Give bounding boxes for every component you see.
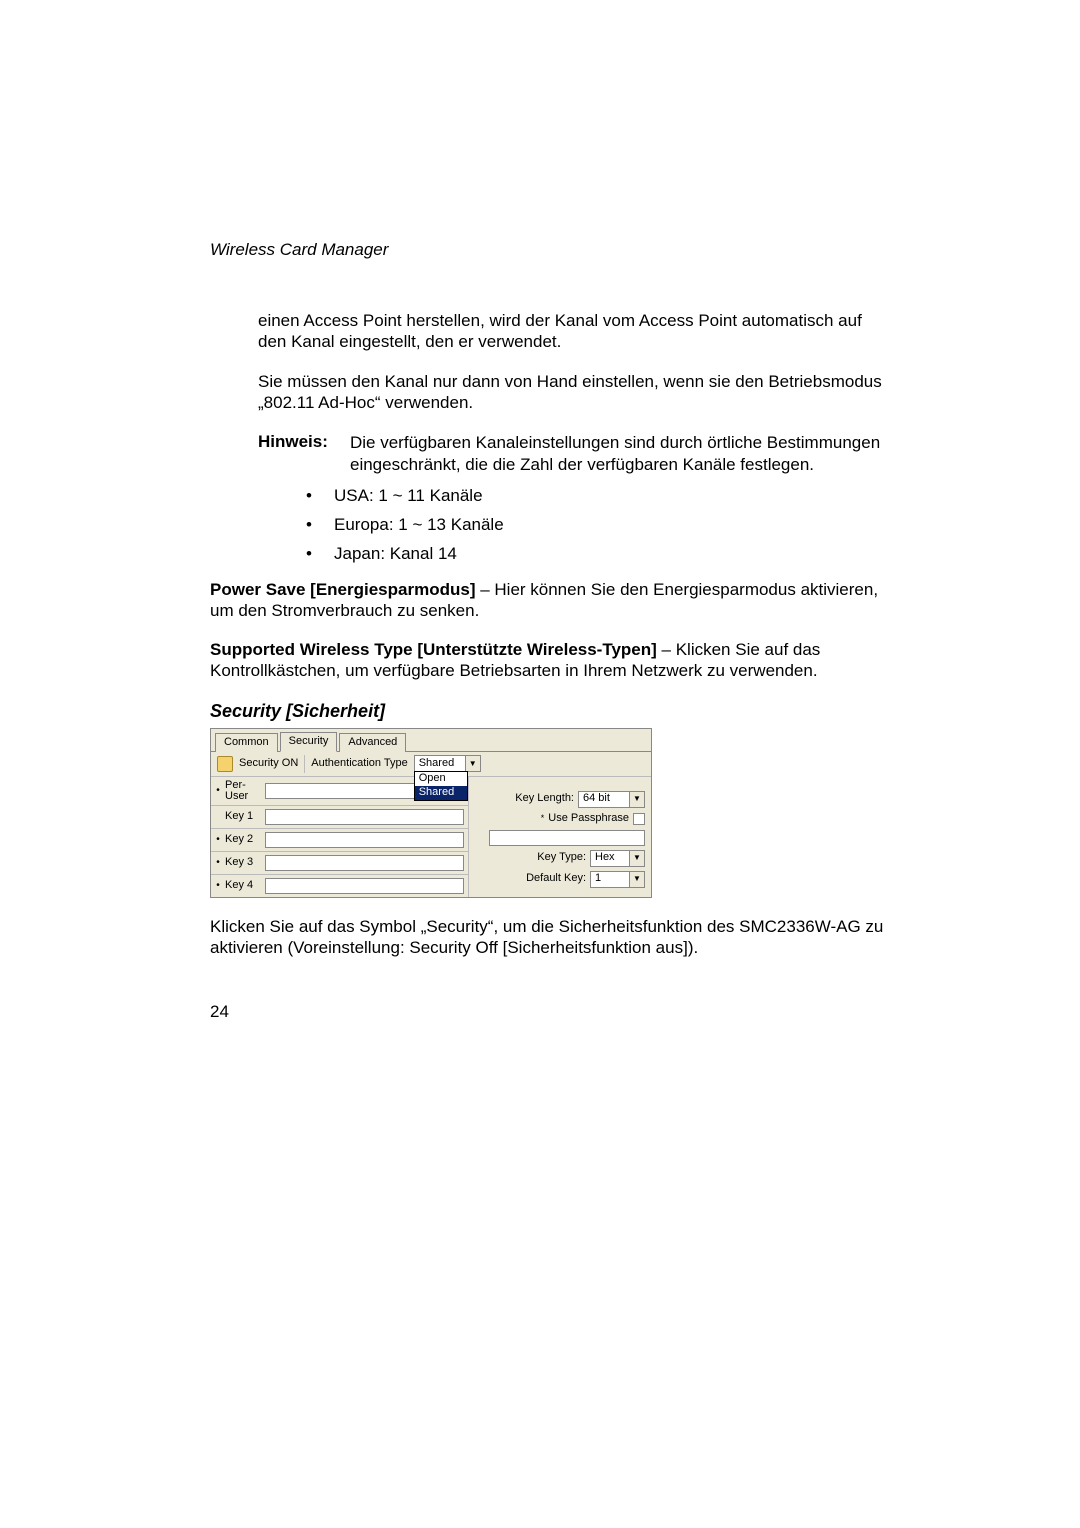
bullet-europe: Europa: 1 ~ 13 Kanäle: [306, 514, 890, 535]
key-type-dropdown[interactable]: Hex ▼: [590, 850, 645, 867]
page-header: Wireless Card Manager: [210, 240, 890, 260]
auth-type-options: Open Shared: [414, 771, 468, 801]
use-passphrase-label: Use Passphrase: [548, 812, 629, 826]
key2-field[interactable]: [265, 832, 464, 848]
passphrase-field[interactable]: [489, 830, 645, 846]
wireless-type-label: Supported Wireless Type [Unterstützte Wi…: [210, 640, 657, 659]
security-on-label: Security ON: [239, 757, 298, 771]
tab-bar: Common Security Advanced: [211, 729, 651, 752]
paragraph-power-save: Power Save [Energiesparmodus] – Hier kön…: [210, 579, 890, 622]
key-length-dropdown[interactable]: 64 bit ▼: [578, 791, 645, 808]
auth-type-value: Shared: [415, 757, 465, 771]
paragraph-wireless-type: Supported Wireless Type [Unterstützte Wi…: [210, 639, 890, 682]
divider: [304, 755, 305, 773]
channel-bullet-list: USA: 1 ~ 11 Kanäle Europa: 1 ~ 13 Kanäle…: [306, 485, 890, 565]
key3-label: Key 3: [225, 856, 261, 870]
tab-advanced[interactable]: Advanced: [339, 733, 406, 752]
bullet-usa: USA: 1 ~ 11 Kanäle: [306, 485, 890, 506]
chevron-down-icon[interactable]: ▼: [629, 792, 644, 807]
key4-label: Key 4: [225, 879, 261, 893]
key-type-label: Key Type:: [537, 851, 586, 865]
default-key-value: 1: [591, 872, 629, 886]
key4-field[interactable]: [265, 878, 464, 894]
chevron-down-icon[interactable]: ▼: [629, 851, 644, 866]
tab-common[interactable]: Common: [215, 733, 278, 752]
paragraph-1: einen Access Point herstellen, wird der …: [258, 310, 890, 353]
hinweis-label: Hinweis:: [258, 432, 328, 451]
key-length-label: Key Length:: [515, 792, 574, 806]
section-heading-security: Security [Sicherheit]: [210, 700, 890, 723]
security-dialog-screenshot: Common Security Advanced Security ON Aut…: [210, 728, 652, 898]
bullet-icon: •: [215, 785, 221, 798]
chevron-down-icon[interactable]: ▼: [629, 872, 644, 887]
paragraph-2: Sie müssen den Kanal nur dann von Hand e…: [258, 371, 890, 414]
auth-type-dropdown[interactable]: Shared ▼: [414, 755, 481, 772]
paragraph-security-note: Klicken Sie auf das Symbol „Security“, u…: [210, 916, 890, 959]
key2-label: Key 2: [225, 833, 261, 847]
bullet-japan: Japan: Kanal 14: [306, 543, 890, 564]
key-length-value: 64 bit: [579, 792, 629, 806]
per-user-label: Per- User: [225, 780, 261, 802]
key3-field[interactable]: [265, 855, 464, 871]
lock-icon[interactable]: [217, 756, 233, 772]
hinweis-text: Die verfügbaren Kanaleinstellungen sind …: [350, 432, 890, 475]
use-passphrase-checkbox[interactable]: [633, 813, 645, 825]
default-key-label: Default Key:: [526, 872, 586, 886]
auth-option-open[interactable]: Open: [415, 772, 467, 786]
default-key-dropdown[interactable]: 1 ▼: [590, 871, 645, 888]
key1-label: Key 1: [225, 810, 261, 824]
page-number: 24: [210, 1002, 890, 1022]
key-type-value: Hex: [591, 851, 629, 865]
chevron-down-icon[interactable]: ▼: [465, 756, 480, 771]
tab-security[interactable]: Security: [280, 732, 338, 752]
auth-type-label: Authentication Type: [311, 757, 407, 771]
power-save-label: Power Save [Energiesparmodus]: [210, 580, 475, 599]
auth-option-shared[interactable]: Shared: [415, 786, 467, 800]
key1-field[interactable]: [265, 809, 464, 825]
